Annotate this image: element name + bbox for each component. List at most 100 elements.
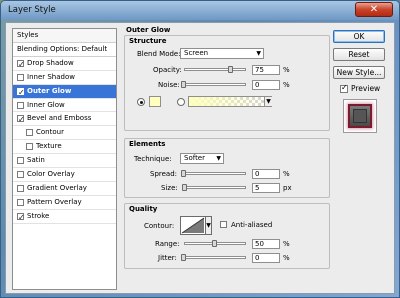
style-item-label: Pattern Overlay — [27, 197, 82, 206]
style-item-pattern-overlay[interactable]: Pattern Overlay — [13, 196, 116, 210]
spread-label: Spread: — [150, 170, 178, 178]
spread-unit: % — [283, 170, 290, 178]
noise-input[interactable]: 0 — [252, 80, 280, 90]
spread-slider[interactable] — [184, 172, 246, 175]
style-item-outer-glow[interactable]: Outer Glow — [13, 84, 116, 99]
close-button[interactable]: ✕ — [355, 2, 393, 17]
styles-list: Styles Blending Options: Default Drop Sh… — [12, 28, 117, 290]
style-item-bevel-and-emboss[interactable]: Bevel and Emboss — [13, 112, 116, 126]
range-slider-thumb[interactable] — [212, 240, 217, 247]
contour-dropdown[interactable]: ▼ — [206, 216, 212, 235]
chevron-down-icon: ▼ — [216, 155, 221, 162]
window-title: Layer Style — [8, 5, 56, 15]
style-item-satin[interactable]: Satin — [13, 154, 116, 169]
contour-picker[interactable] — [180, 216, 206, 235]
style-item-checkbox[interactable] — [17, 170, 24, 178]
style-item-color-overlay[interactable]: Color Overlay — [13, 168, 116, 182]
glow-gradient-picker[interactable]: ▼ — [188, 96, 272, 107]
technique-label: Technique: — [134, 155, 172, 163]
jitter-label: Jitter: — [158, 254, 177, 262]
contour-curve-icon — [181, 217, 205, 234]
style-item-inner-shadow[interactable]: Inner Shadow — [13, 71, 116, 85]
style-item-checkbox[interactable] — [26, 129, 33, 137]
outer-glow-panel: Outer Glow Structure Blend Mode: Screen … — [122, 25, 332, 291]
technique-value: Softer — [184, 154, 205, 162]
noise-label: Noise: — [158, 81, 180, 89]
solid-color-radio[interactable] — [137, 98, 145, 106]
style-item-checkbox[interactable] — [17, 184, 24, 192]
structure-group: Structure Blend Mode: Screen ▼ Opacity: … — [124, 35, 330, 131]
gradient-radio[interactable] — [177, 98, 185, 106]
style-item-inner-glow[interactable]: Inner Glow — [13, 99, 116, 113]
noise-unit: % — [283, 81, 290, 89]
style-item-texture[interactable]: Texture — [13, 140, 116, 155]
noise-slider[interactable] — [184, 83, 246, 86]
style-item-label: Color Overlay — [27, 169, 75, 178]
jitter-unit: % — [283, 254, 290, 262]
range-label: Range: — [155, 240, 180, 248]
size-label: Size: — [161, 184, 178, 192]
blending-options-item[interactable]: Blending Options: Default — [13, 43, 116, 57]
style-item-label: Texture — [36, 142, 62, 151]
spread-slider-thumb[interactable] — [181, 170, 186, 177]
elements-group: Elements Technique: Softer ▼ Spread: 0 %… — [124, 138, 330, 198]
panel-title: Outer Glow — [126, 26, 171, 34]
new-style-button[interactable]: New Style... — [333, 66, 385, 79]
quality-group: Quality Contour: ▼ Anti-aliased Range: 5… — [124, 203, 330, 269]
size-input[interactable]: 5 — [252, 183, 280, 193]
style-item-checkbox[interactable] — [17, 58, 25, 71]
style-item-label: Bevel and Emboss — [27, 114, 92, 123]
style-item-checkbox[interactable] — [17, 73, 24, 81]
style-item-checkbox[interactable] — [17, 101, 24, 109]
style-item-checkbox[interactable] — [17, 157, 24, 165]
preview-label: Preview — [351, 84, 381, 93]
opacity-input[interactable]: 75 — [252, 65, 280, 75]
opacity-slider[interactable] — [184, 68, 246, 71]
style-item-gradient-overlay[interactable]: Gradient Overlay — [13, 182, 116, 196]
jitter-slider[interactable] — [184, 256, 246, 259]
size-unit: px — [283, 184, 292, 192]
style-item-checkbox[interactable] — [17, 211, 25, 224]
style-item-checkbox[interactable] — [26, 143, 33, 151]
style-item-checkbox[interactable] — [17, 198, 24, 206]
noise-slider-thumb[interactable] — [181, 81, 186, 88]
style-item-contour[interactable]: Contour — [13, 126, 116, 141]
style-item-checkbox[interactable] — [17, 86, 25, 99]
ok-button[interactable]: OK — [333, 30, 385, 43]
size-slider[interactable] — [184, 186, 246, 189]
reset-button[interactable]: Reset — [333, 48, 385, 61]
style-item-label: Drop Shadow — [27, 58, 74, 67]
layer-style-dialog: Layer Style ✕ Styles Blending Options: D… — [0, 0, 400, 298]
jitter-input[interactable]: 0 — [252, 253, 280, 263]
style-item-label: Inner Shadow — [27, 72, 75, 81]
style-preview-thumbnail — [343, 99, 377, 133]
blend-mode-select[interactable]: Screen ▼ — [180, 48, 264, 59]
style-item-label: Outer Glow — [27, 86, 72, 95]
glow-color-swatch[interactable] — [149, 96, 161, 107]
style-item-label: Stroke — [27, 211, 50, 220]
style-item-label: Inner Glow — [27, 100, 65, 109]
contour-label: Contour: — [144, 222, 175, 230]
style-item-label: Contour — [36, 128, 64, 137]
opacity-slider-thumb[interactable] — [227, 66, 233, 73]
range-unit: % — [283, 240, 290, 248]
style-item-checkbox[interactable] — [17, 113, 25, 126]
anti-aliased-checkbox[interactable] — [220, 221, 227, 228]
title-bar[interactable]: Layer Style ✕ — [1, 1, 399, 20]
elements-label: Elements — [129, 140, 166, 148]
technique-select[interactable]: Softer ▼ — [180, 153, 224, 164]
range-input[interactable]: 50 — [252, 239, 280, 249]
preview-swatch — [348, 104, 372, 128]
preview-toggle[interactable]: Preview — [340, 83, 381, 93]
dialog-client-area: Styles Blending Options: Default Drop Sh… — [5, 22, 395, 294]
styles-header[interactable]: Styles — [13, 29, 116, 43]
blend-mode-value: Screen — [184, 49, 209, 57]
style-item-drop-shadow[interactable]: Drop Shadow — [13, 57, 116, 71]
size-slider-thumb[interactable] — [182, 184, 188, 191]
style-item-stroke[interactable]: Stroke — [13, 210, 116, 224]
spread-input[interactable]: 0 — [252, 169, 280, 179]
chevron-down-icon: ▼ — [264, 97, 272, 106]
jitter-slider-thumb[interactable] — [181, 254, 186, 261]
preview-checkbox[interactable] — [340, 83, 348, 93]
chevron-down-icon: ▼ — [256, 50, 261, 57]
